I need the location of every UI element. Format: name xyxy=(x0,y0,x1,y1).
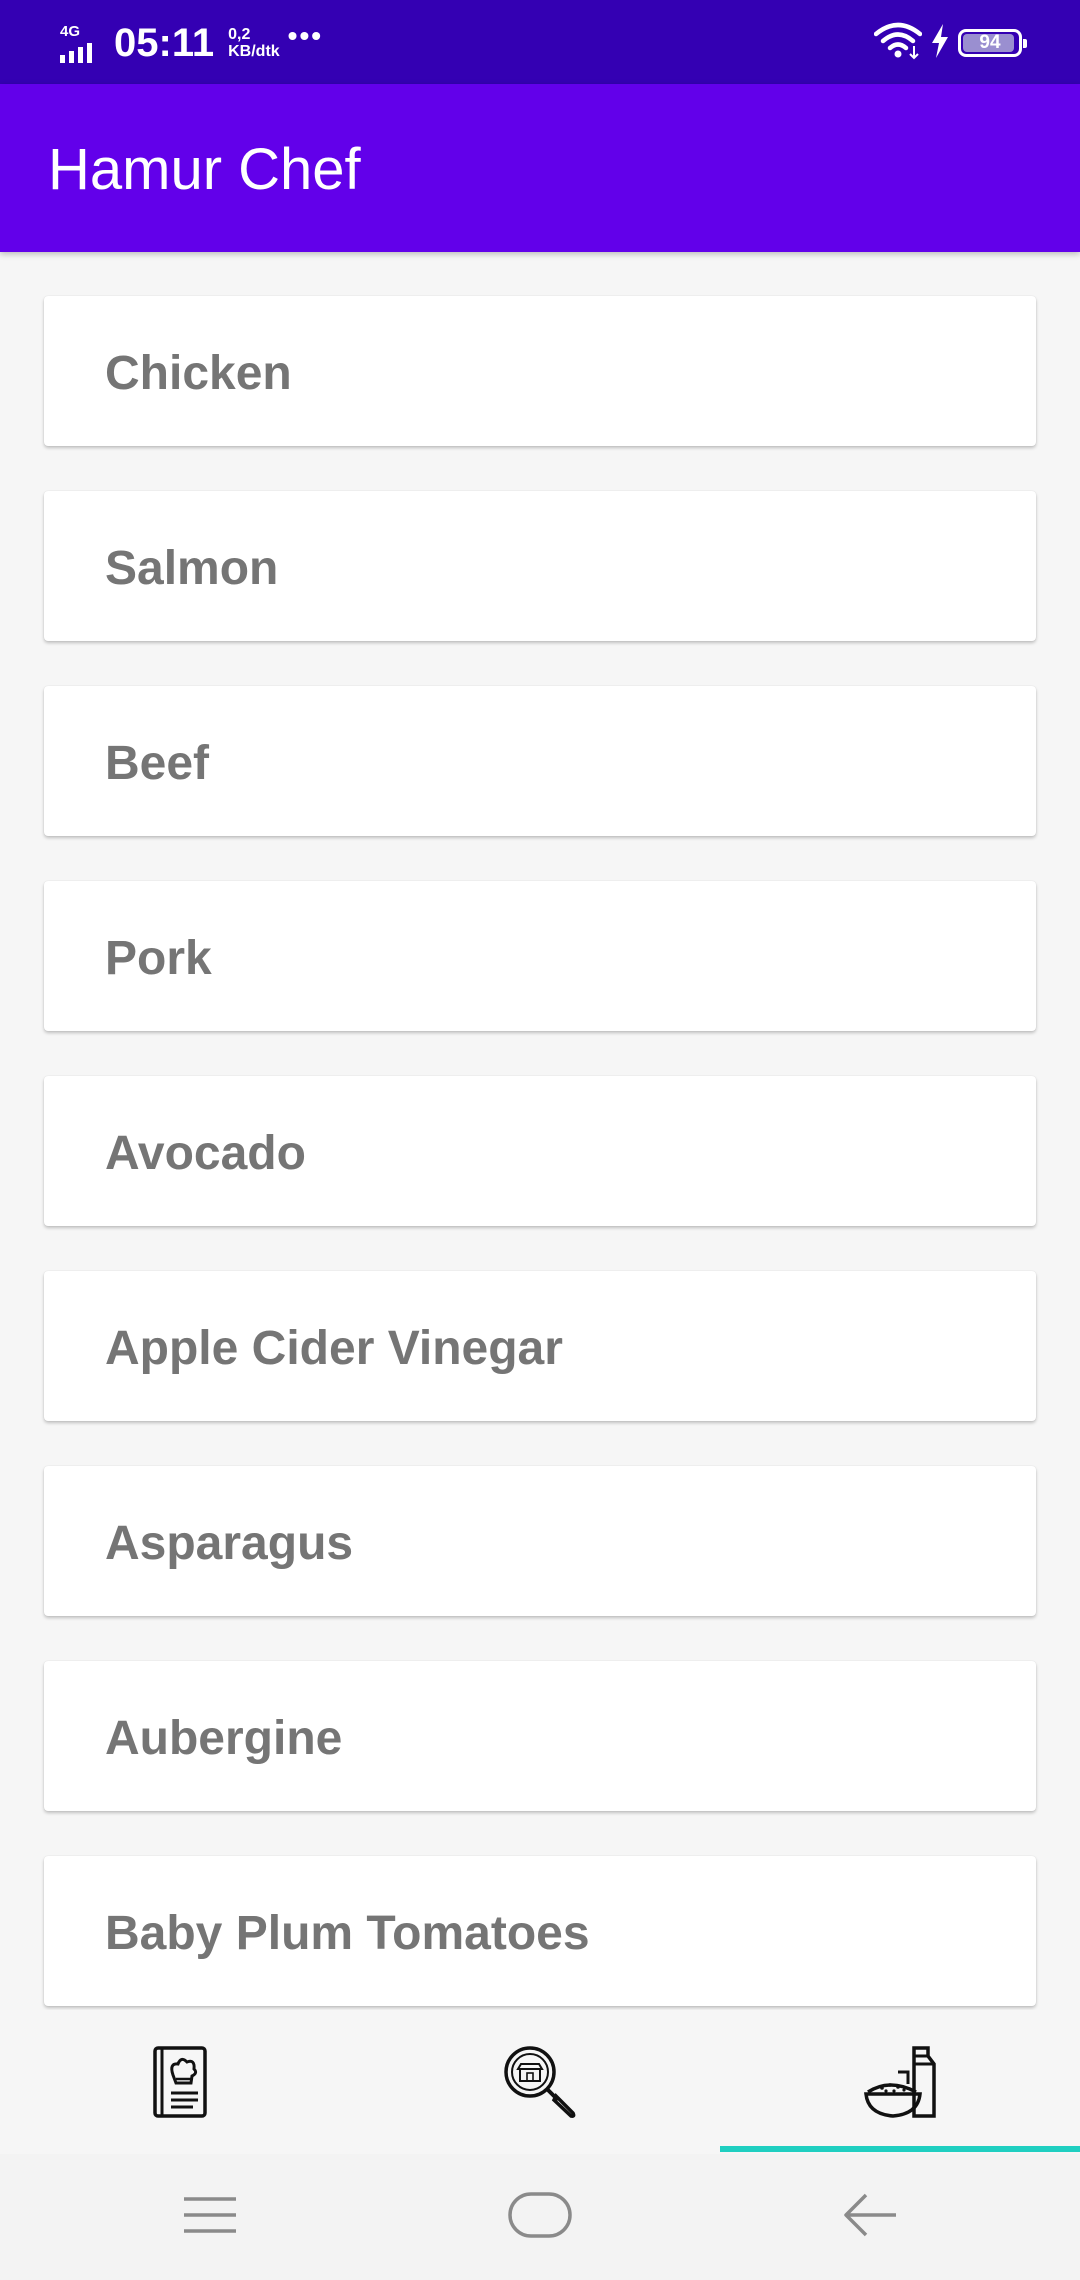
charging-icon xyxy=(930,23,950,63)
status-bar: 4G 05:11 0,2 KB/dtk ••• 94 xyxy=(0,0,1080,84)
signal-icon: 4G xyxy=(58,21,104,65)
ingredient-label: Chicken xyxy=(105,347,292,400)
wifi-icon xyxy=(873,22,923,65)
ingredient-label: Aubergine xyxy=(105,1712,343,1765)
status-left: 4G 05:11 0,2 KB/dtk ••• xyxy=(58,18,323,68)
ingredient-card[interactable]: Pork xyxy=(44,881,1036,1031)
back-icon xyxy=(842,2192,898,2243)
ingredients-icon xyxy=(862,2044,938,2120)
nav-item-search[interactable] xyxy=(360,2010,720,2154)
ingredient-label: Salmon xyxy=(105,542,279,595)
clock: 05:11 xyxy=(114,20,215,65)
screen: 4G 05:11 0,2 KB/dtk ••• 94 Hamur Chef Ch… xyxy=(0,0,1080,2280)
home-icon xyxy=(508,2191,572,2243)
ingredient-card[interactable]: Salmon xyxy=(44,491,1036,641)
system-navigation-bar xyxy=(0,2154,1080,2280)
ingredient-card[interactable]: Baby Plum Tomatoes xyxy=(44,1856,1036,2006)
menu-icon xyxy=(182,2195,238,2240)
ingredient-label: Pork xyxy=(105,932,212,985)
ingredient-card[interactable]: Avocado xyxy=(44,1076,1036,1226)
menu-button[interactable] xyxy=(30,2154,390,2280)
speed-value: 0,2 xyxy=(228,26,251,43)
ingredient-label: Avocado xyxy=(105,1127,306,1180)
recipe-book-icon xyxy=(151,2045,209,2119)
ingredient-label: Apple Cider Vinegar xyxy=(105,1322,563,1375)
ingredient-card[interactable]: Chicken xyxy=(44,296,1036,446)
bottom-navigation xyxy=(0,2010,1080,2154)
selected-tab-indicator xyxy=(720,2146,1080,2152)
back-button[interactable] xyxy=(690,2154,1050,2280)
ingredient-label: Beef xyxy=(105,737,210,790)
speed-unit: KB/dtk xyxy=(228,43,280,60)
search-restaurant-icon xyxy=(502,2044,578,2120)
ingredient-card[interactable]: Asparagus xyxy=(44,1466,1036,1616)
ingredient-label: Asparagus xyxy=(105,1517,354,1570)
ingredient-card[interactable]: Apple Cider Vinegar xyxy=(44,1271,1036,1421)
app-title: Hamur Chef xyxy=(48,137,361,202)
ingredient-label: Baby Plum Tomatoes xyxy=(105,1907,590,1960)
nav-item-recipes[interactable] xyxy=(0,2010,360,2154)
app-bar: Hamur Chef xyxy=(0,84,1080,252)
nav-item-ingredients[interactable] xyxy=(720,2010,1080,2154)
status-right: 94 xyxy=(873,22,1027,65)
network-type: 4G xyxy=(60,23,81,40)
battery-level: 94 xyxy=(979,32,1001,53)
ingredient-card[interactable]: Aubergine xyxy=(44,1661,1036,1811)
home-button[interactable] xyxy=(360,2154,720,2280)
network-speed: 0,2 KB/dtk xyxy=(228,26,280,60)
more-notifications-icon: ••• xyxy=(287,20,324,51)
ingredient-card[interactable]: Beef xyxy=(44,686,1036,836)
battery-icon: 94 xyxy=(958,29,1027,57)
